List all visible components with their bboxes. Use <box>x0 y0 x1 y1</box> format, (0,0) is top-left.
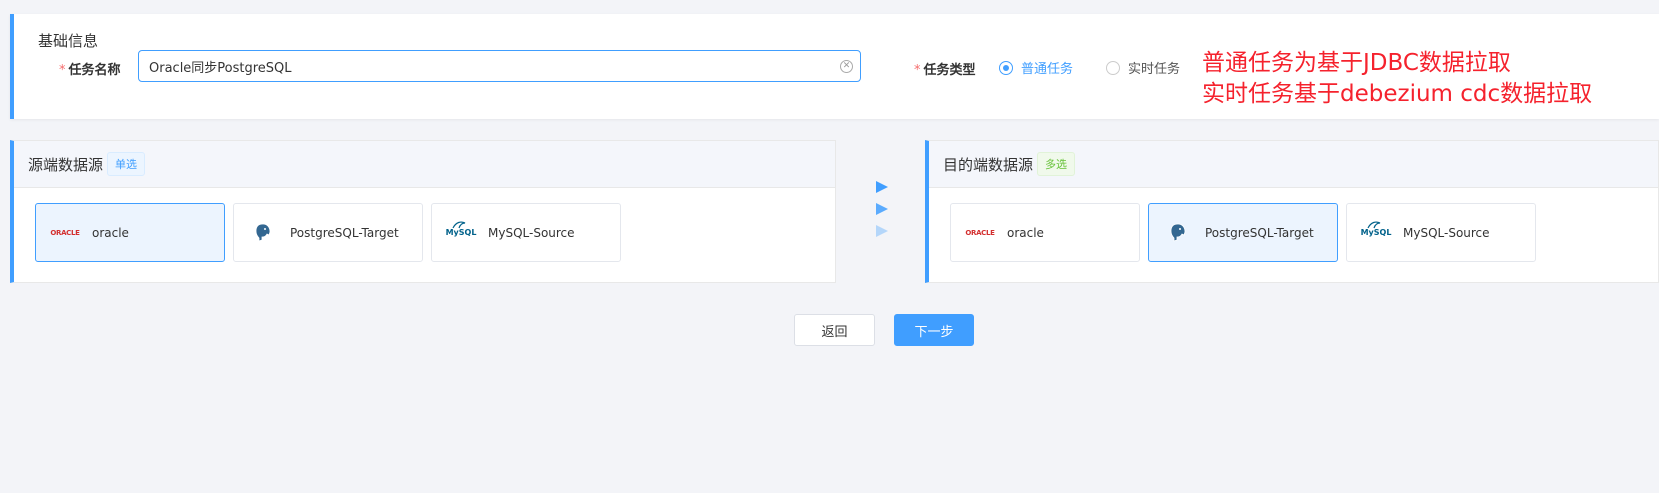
radio-realtime-task[interactable]: 实时任务 <box>1106 58 1180 77</box>
task-name-input[interactable] <box>138 50 861 82</box>
oracle-logo-icon: ORACLE <box>965 228 995 237</box>
postgresql-elephant-icon <box>244 222 282 244</box>
arrow-right-icon <box>876 225 888 237</box>
source-datasource-title: 源端数据源 <box>28 155 104 174</box>
oracle-logo-icon: ORACLE <box>50 228 80 237</box>
task-type-label: * 任务类型 <box>914 63 976 78</box>
required-mark: * <box>914 63 921 78</box>
source-item-label: MySQL-Source <box>488 225 575 240</box>
target-item-mysql[interactable]: MySQL MySQL-Source <box>1346 203 1536 262</box>
target-item-label: PostgreSQL-Target <box>1205 225 1314 240</box>
radio-normal-task-label: 普通任务 <box>1021 62 1074 77</box>
mysql-logo-icon: MySQL <box>442 221 480 244</box>
source-item-label: oracle <box>92 225 129 240</box>
source-datasource-header: 源端数据源 单选 <box>14 141 835 188</box>
next-step-button[interactable]: 下一步 <box>894 314 974 346</box>
source-item-mysql[interactable]: MySQL MySQL-Source <box>431 203 621 262</box>
source-item-label: PostgreSQL-Target <box>290 225 399 240</box>
target-item-label: MySQL-Source <box>1403 225 1490 240</box>
basic-info-card: 基础信息 *任务名称 ✕ *任务类型 普通任务 实时任务 普通任务为基于JDBC… <box>10 14 1659 119</box>
target-item-postgresql[interactable]: PostgreSQL-Target <box>1148 203 1338 262</box>
source-item-postgresql[interactable]: PostgreSQL-Target <box>233 203 423 262</box>
back-button[interactable]: 返回 <box>794 314 875 346</box>
multi-select-badge: 多选 <box>1037 152 1076 176</box>
required-mark: * <box>59 63 66 78</box>
target-datasource-header: 目的端数据源 多选 <box>929 141 1658 188</box>
target-item-label: oracle <box>1007 225 1044 240</box>
radio-checked-icon <box>999 60 1013 75</box>
mysql-logo-icon: MySQL <box>1357 221 1395 244</box>
radio-realtime-task-label: 实时任务 <box>1128 62 1181 77</box>
postgresql-elephant-icon <box>1159 222 1197 244</box>
target-datasource-card: 目的端数据源 多选 ORACLE oracle PostgreSQL-Targe… <box>925 140 1659 283</box>
basic-info-title: 基础信息 <box>38 32 99 50</box>
clear-icon[interactable]: ✕ <box>840 60 853 73</box>
single-select-badge: 单选 <box>107 152 146 176</box>
source-item-oracle[interactable]: ORACLE oracle <box>35 203 225 262</box>
radio-normal-task[interactable]: 普通任务 <box>999 58 1073 77</box>
target-item-oracle[interactable]: ORACLE oracle <box>950 203 1140 262</box>
source-datasource-list: ORACLE oracle PostgreSQL-Target MySQL My… <box>14 188 835 282</box>
source-datasource-card: 源端数据源 单选 ORACLE oracle PostgreSQL-Target <box>10 140 836 283</box>
task-name-label: * 任务名称 <box>59 63 121 78</box>
target-datasource-list: ORACLE oracle PostgreSQL-Target MySQL My… <box>929 188 1658 282</box>
target-datasource-title: 目的端数据源 <box>943 155 1034 174</box>
arrow-right-icon <box>876 203 888 215</box>
arrow-right-icon <box>876 181 888 193</box>
radio-unchecked-icon <box>1106 60 1120 75</box>
annotation-text: 普通任务为基于JDBC数据拉取 实时任务基于debezium cdc数据拉取 <box>1202 50 1593 107</box>
